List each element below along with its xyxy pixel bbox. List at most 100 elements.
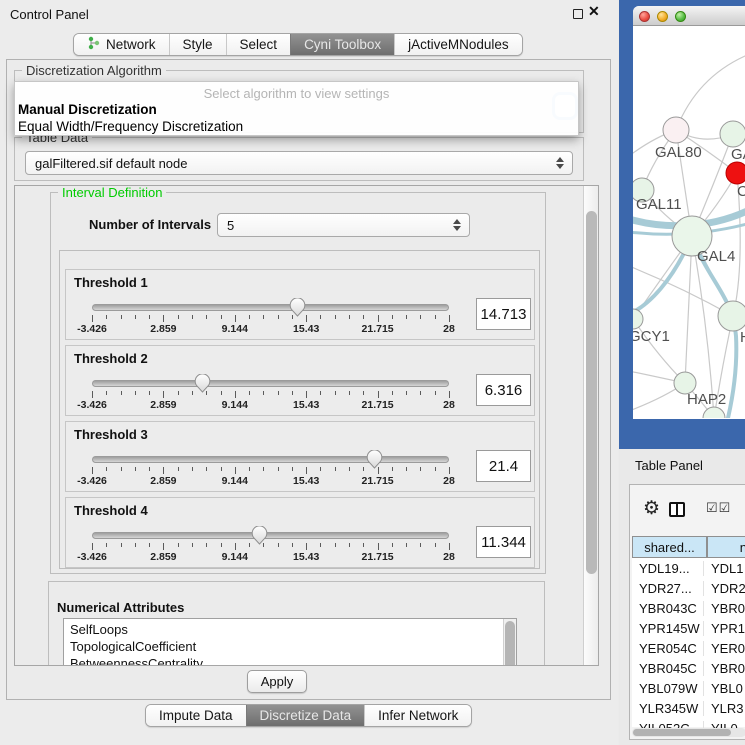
network-node[interactable]	[726, 162, 745, 184]
tab-label: Select	[240, 37, 278, 52]
tab-impute-data[interactable]: Impute Data	[146, 705, 246, 726]
threshold-value-field[interactable]: 14.713	[476, 298, 531, 330]
slider-ticks	[92, 543, 449, 551]
slider-thumb[interactable]	[251, 526, 268, 550]
cell-name: YER0	[703, 641, 745, 656]
apply-button-label: Apply	[261, 674, 294, 689]
column-header-na[interactable]: na	[707, 536, 745, 558]
algorithm-option-equal-width-frequency-discretization[interactable]: Equal Width/Frequency Discretization	[15, 118, 578, 135]
table-row[interactable]: YBR045CYBR0	[632, 658, 745, 678]
tab-network[interactable]: Network	[74, 34, 169, 55]
attributes-list-scrollbar[interactable]	[503, 619, 516, 666]
tab-infer-network[interactable]: Infer Network	[364, 705, 471, 726]
tab-label: Network	[106, 37, 156, 52]
table-row[interactable]: YDR27...YDR2	[632, 578, 745, 598]
tab-discretize-data[interactable]: Discretize Data	[246, 705, 365, 726]
network-icon	[87, 36, 100, 53]
table-row[interactable]: YBR043CYBR0	[632, 598, 745, 618]
network-window-titlebar[interactable]	[633, 6, 745, 26]
interval-definition-group: Interval Definition Number of Intervals …	[50, 192, 546, 574]
columns-icon[interactable]	[669, 502, 685, 517]
node-label-gcy1: GCY1	[633, 328, 670, 345]
attributes-list[interactable]: SelfLoopsTopologicalCoefficientBetweenne…	[63, 618, 517, 666]
slider-track[interactable]	[92, 532, 449, 539]
tick-label: -3.426	[77, 323, 107, 335]
tick-label: 9.144	[222, 323, 248, 335]
attribute-item-selfloops[interactable]: SelfLoops	[64, 621, 516, 638]
threshold-value-field[interactable]: 21.4	[476, 450, 531, 482]
close-window-icon[interactable]	[639, 11, 650, 22]
minimize-window-icon[interactable]	[657, 11, 668, 22]
threshold-value-field[interactable]: 6.316	[476, 374, 531, 406]
slider-tick-labels: -3.4262.8599.14415.4321.71528	[92, 551, 449, 563]
slider-track[interactable]	[92, 456, 449, 463]
cell-shared-name: YER054C	[632, 641, 703, 656]
network-edge[interactable]	[676, 56, 745, 130]
tab-select[interactable]: Select	[226, 34, 291, 55]
table-row[interactable]: YDL19...YDL1	[632, 558, 745, 578]
thresholds-group: Threshold's Coordinates for 5 Intervals …	[59, 250, 540, 569]
table-data-combobox[interactable]: galFiltered.sif default node	[25, 151, 573, 175]
tick-label: 15.43	[293, 323, 319, 335]
slider-thumb[interactable]	[366, 450, 383, 474]
threshold-3-box: Threshold 3-3.4262.8599.14415.4321.71528…	[65, 421, 535, 492]
attribute-item-betweennesscentrality[interactable]: BetweennessCentrality	[64, 655, 516, 666]
num-intervals-value: 5	[227, 218, 234, 233]
tab-style[interactable]: Style	[169, 34, 226, 55]
network-node[interactable]	[663, 117, 689, 143]
tick-label: 21.715	[362, 475, 394, 487]
node-label-gal4: GAL4	[697, 248, 735, 265]
num-intervals-combobox[interactable]: 5	[217, 213, 470, 237]
cell-name: YBL0	[703, 681, 745, 696]
tick-label: 2.859	[150, 323, 176, 335]
network-node[interactable]	[718, 301, 745, 331]
combo-arrows-icon	[556, 157, 564, 169]
select-columns-icons[interactable]: ☑☑	[706, 500, 731, 516]
settings-vertical-scrollbar[interactable]	[583, 186, 598, 665]
top-tab-bar: Network Style Select Cyni ToolboxjActiveMNo…	[73, 33, 523, 56]
tick-label: 21.715	[362, 551, 394, 563]
network-canvas[interactable]: GAL80GACGAL11GAL4GCY1HHAP2	[633, 26, 745, 418]
slider-tick-labels: -3.4262.8599.14415.4321.71528	[92, 323, 449, 335]
slider-ticks	[92, 467, 449, 475]
table-horizontal-scrollbar[interactable]	[632, 728, 745, 737]
cell-name: YPR1	[703, 621, 745, 636]
tab-jactivemnodules[interactable]: jActiveMNodules	[394, 34, 522, 55]
slider-ticks	[92, 315, 449, 323]
tick-label: 21.715	[362, 399, 394, 411]
scrollbar-thumb[interactable]	[586, 211, 597, 574]
close-panel-icon[interactable]: ✕	[588, 3, 600, 20]
attribute-item-topologicalcoefficient[interactable]: TopologicalCoefficient	[64, 638, 516, 655]
control-panel: Control Panel ✕ NetworkStyleSelectCyni T…	[0, 0, 618, 745]
table-row[interactable]: YER054CYER0	[632, 638, 745, 658]
network-node[interactable]	[633, 309, 643, 329]
algorithm-options: Manual DiscretizationEqual Width/Frequen…	[15, 101, 578, 135]
algorithm-option-manual-discretization[interactable]: Manual Discretization	[15, 101, 578, 118]
tick-label: 9.144	[222, 399, 248, 411]
table-toolbar: ⚙ ☑☑	[630, 485, 745, 533]
zoom-window-icon[interactable]	[675, 11, 686, 22]
tick-label: -3.426	[77, 475, 107, 487]
node-label-c: C	[737, 183, 745, 200]
table-row[interactable]: YPR145WYPR1	[632, 618, 745, 638]
column-header-shared[interactable]: shared...	[632, 536, 707, 558]
network-node[interactable]	[720, 121, 745, 147]
network-edge[interactable]	[633, 266, 733, 316]
tick-label: 28	[443, 399, 455, 411]
float-window-icon[interactable]	[573, 9, 583, 19]
slider-thumb[interactable]	[194, 374, 211, 398]
threshold-4-box: Threshold 4-3.4262.8599.14415.4321.71528…	[65, 497, 535, 568]
tick-label: 21.715	[362, 323, 394, 335]
network-edge[interactable]	[685, 236, 692, 383]
threshold-value-field[interactable]: 11.344	[476, 526, 531, 558]
apply-button[interactable]: Apply	[247, 670, 307, 693]
tab-cyni-toolbox[interactable]: Cyni Toolbox	[290, 34, 394, 55]
slider-track[interactable]	[92, 380, 449, 387]
table-row[interactable]: YLR345WYLR3	[632, 698, 745, 718]
slider-thumb[interactable]	[289, 298, 306, 322]
cell-shared-name: YBR043C	[632, 601, 703, 616]
gear-icon[interactable]: ⚙	[643, 497, 660, 520]
slider-ticks	[92, 391, 449, 399]
slider-track[interactable]	[92, 304, 449, 311]
table-row[interactable]: YBL079WYBL0	[632, 678, 745, 698]
